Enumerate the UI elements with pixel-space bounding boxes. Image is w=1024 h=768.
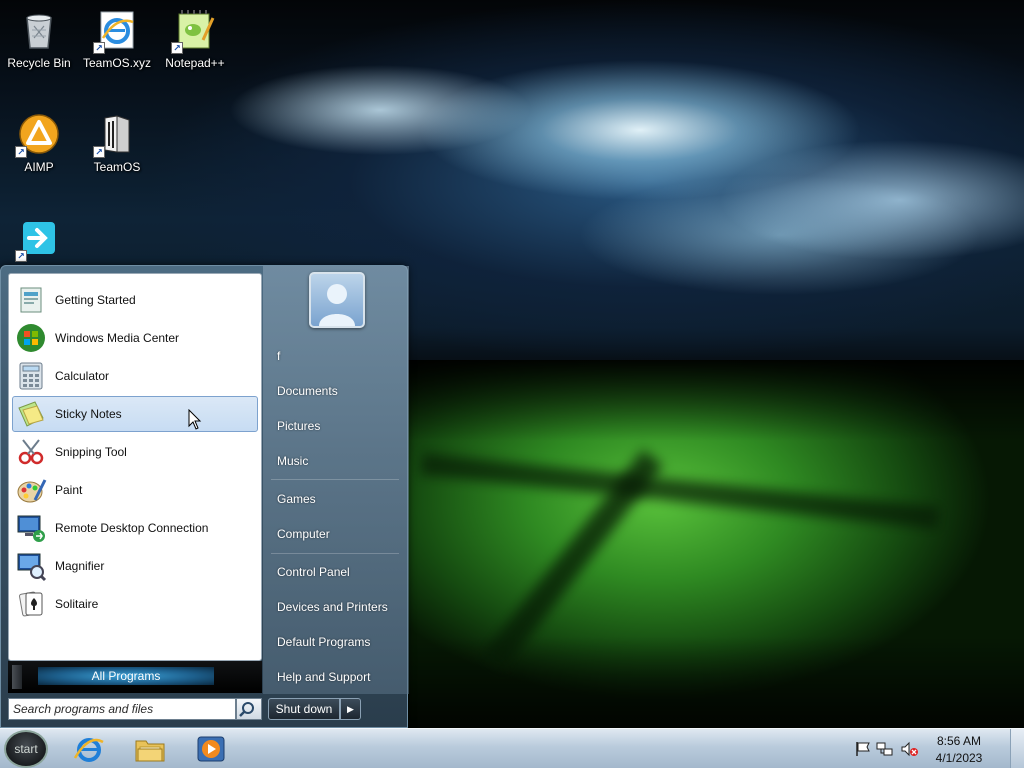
taskbar-windows-explorer[interactable] <box>133 732 167 766</box>
desktop-icon-notepad-plus-plus[interactable]: ↗ Notepad++ <box>157 2 233 72</box>
search-icon <box>239 702 254 717</box>
desktop-icon-recycle-bin[interactable]: Recycle Bin <box>1 2 77 72</box>
shortcut-arrow-icon: ↗ <box>93 42 105 54</box>
taskbar: start 8:56 AM 4/1/2023 <box>0 728 1024 768</box>
notepad-plus-plus-icon: ↗ <box>171 8 217 54</box>
program-snipping-tool[interactable]: Snipping Tool <box>12 434 258 470</box>
action-center-flag-icon[interactable] <box>854 741 872 757</box>
desktop-icon-label: Notepad++ <box>165 56 225 70</box>
menu-item-documents[interactable]: Documents <box>277 381 338 401</box>
user-name-link[interactable]: f <box>277 346 280 366</box>
search-button[interactable] <box>236 698 262 720</box>
menu-item-control-panel[interactable]: Control Panel <box>277 562 350 582</box>
all-programs-label: All Programs <box>38 667 214 685</box>
program-solitaire[interactable]: Solitaire <box>12 586 258 622</box>
clock-time[interactable]: 8:56 AM <box>924 734 994 748</box>
system-tray: 8:56 AM 4/1/2023 <box>834 729 1024 768</box>
clock-date[interactable]: 4/1/2023 <box>924 751 994 765</box>
right-pane <box>263 266 409 694</box>
shutdown-options-button[interactable]: ▶ <box>340 698 361 720</box>
user-avatar[interactable] <box>309 272 365 328</box>
desktop-icon-teamos[interactable]: ↗ TeamOS <box>79 106 155 176</box>
start-menu: Getting Started Windows Media Center Cal… <box>0 265 409 728</box>
program-sticky-notes[interactable]: Sticky Notes <box>12 396 258 432</box>
app-shortcut-icon: ↗ <box>15 216 61 262</box>
menu-item-help-and-support[interactable]: Help and Support <box>277 667 370 687</box>
remote-desktop-icon <box>15 512 47 544</box>
explorer-icon <box>135 740 165 762</box>
all-programs-handle <box>12 665 22 689</box>
search-input[interactable]: Search programs and files <box>8 698 236 720</box>
teamos-icon: ↗ <box>93 112 139 158</box>
recycle-bin-icon <box>17 8 61 52</box>
aimp-icon: ↗ <box>15 112 61 158</box>
desktop-icon-aimp[interactable]: ↗ AIMP <box>1 106 77 176</box>
solitaire-icon <box>15 588 47 620</box>
menu-item-pictures[interactable]: Pictures <box>277 416 320 436</box>
start-button[interactable]: start <box>4 730 48 768</box>
program-remote-desktop-connection[interactable]: Remote Desktop Connection <box>12 510 258 546</box>
snipping-tool-icon <box>15 436 47 468</box>
desktop-icon-teamos-xyz[interactable]: ↗ TeamOS.xyz <box>79 2 155 72</box>
internet-explorer-icon <box>73 738 104 762</box>
chevron-right-icon: ▶ <box>347 704 354 714</box>
program-calculator[interactable]: Calculator <box>12 358 258 394</box>
taskbar-media-player[interactable] <box>194 732 228 766</box>
shortcut-arrow-icon: ↗ <box>15 146 27 158</box>
getting-started-icon <box>15 284 47 316</box>
shutdown-button[interactable]: Shut down <box>268 698 340 720</box>
all-programs-button[interactable]: All Programs <box>8 661 262 693</box>
menu-item-devices-and-printers[interactable]: Devices and Printers <box>277 597 388 617</box>
network-icon[interactable] <box>876 741 894 757</box>
start-label: start <box>14 742 38 756</box>
mouse-cursor-icon <box>188 409 202 430</box>
menu-separator <box>271 479 399 480</box>
user-icon <box>319 284 355 326</box>
desktop-icon-label: AIMP <box>24 160 54 174</box>
desktop-icon-label: TeamOS.xyz <box>82 56 151 70</box>
program-windows-media-center[interactable]: Windows Media Center <box>12 320 258 356</box>
taskbar-internet-explorer[interactable] <box>72 732 106 766</box>
shortcut-arrow-icon: ↗ <box>93 146 105 158</box>
shortcut-arrow-icon: ↗ <box>15 250 27 262</box>
menu-separator <box>271 553 399 554</box>
menu-item-games[interactable]: Games <box>277 489 316 509</box>
internet-explorer-icon: ↗ <box>93 8 139 54</box>
paint-icon <box>15 474 47 506</box>
desktop-icon-label: TeamOS <box>93 160 141 174</box>
desktop-icon-label: Recycle Bin <box>7 56 71 70</box>
programs-pane: Getting Started Windows Media Center Cal… <box>8 273 262 661</box>
menu-item-default-programs[interactable]: Default Programs <box>277 632 370 652</box>
volume-muted-icon[interactable] <box>900 741 918 757</box>
program-magnifier[interactable]: Magnifier <box>12 548 258 584</box>
magnifier-icon <box>15 550 47 582</box>
calculator-icon <box>15 360 47 392</box>
media-player-icon <box>197 736 225 762</box>
program-paint[interactable]: Paint <box>12 472 258 508</box>
menu-item-computer[interactable]: Computer <box>277 524 330 544</box>
sticky-notes-icon <box>15 398 47 430</box>
menu-item-music[interactable]: Music <box>277 451 308 471</box>
program-getting-started[interactable]: Getting Started <box>12 282 258 318</box>
show-desktop-button[interactable] <box>1010 729 1024 768</box>
shortcut-arrow-icon: ↗ <box>171 42 183 54</box>
media-center-icon <box>15 322 47 354</box>
